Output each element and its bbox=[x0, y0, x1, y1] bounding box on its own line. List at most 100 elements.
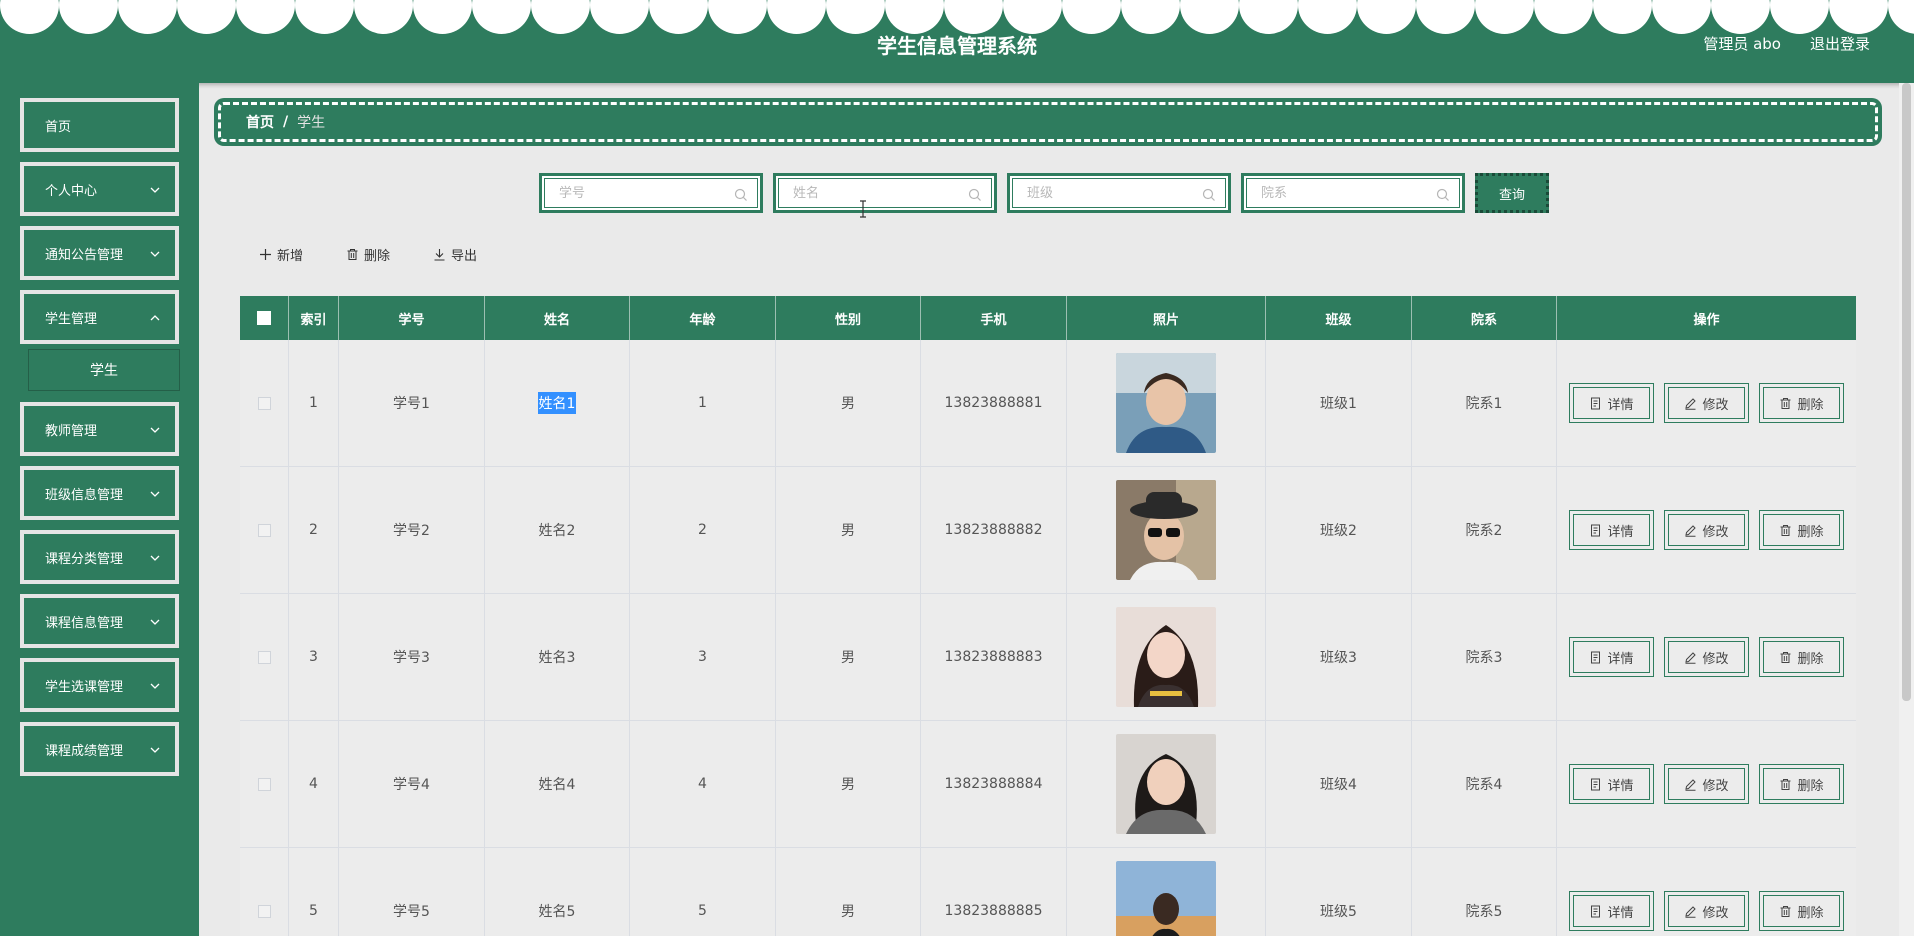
document-icon bbox=[1591, 524, 1601, 536]
age-cell: 3 bbox=[630, 594, 776, 720]
index-cell: 1 bbox=[289, 340, 339, 466]
row-checkbox[interactable] bbox=[257, 523, 271, 537]
edit-icon bbox=[1685, 905, 1697, 918]
add-button[interactable]: 新增 bbox=[259, 245, 303, 264]
export-button[interactable]: 导出 bbox=[433, 245, 477, 264]
phone-cell: 13823888882 bbox=[921, 467, 1067, 593]
class-cell: 班级3 bbox=[1266, 594, 1412, 720]
sidebar-item-student-mgmt[interactable]: 学生管理 bbox=[20, 290, 179, 344]
delete-button[interactable]: 删除 bbox=[1759, 510, 1844, 550]
student-photo[interactable] bbox=[1116, 353, 1216, 453]
row-checkbox[interactable] bbox=[257, 904, 271, 918]
sidebar-item-home[interactable]: 首页 bbox=[20, 98, 179, 152]
sidebar-item-course-category[interactable]: 课程分类管理 bbox=[20, 530, 179, 584]
dept-cell: 院系2 bbox=[1412, 467, 1557, 593]
detail-button[interactable]: 详情 bbox=[1569, 764, 1654, 804]
edit-button[interactable]: 修改 bbox=[1664, 637, 1749, 677]
gender-cell: 男 bbox=[776, 848, 921, 936]
delete-label: 删除 bbox=[364, 249, 391, 264]
edit-label: 修改 bbox=[1702, 524, 1729, 540]
chevron-down-icon bbox=[150, 187, 160, 193]
sidebar-item-label: 通知公告管理 bbox=[45, 247, 124, 263]
student-photo[interactable] bbox=[1116, 480, 1216, 580]
edit-button[interactable]: 修改 bbox=[1664, 383, 1749, 423]
row-checkbox[interactable] bbox=[257, 777, 271, 791]
delete-button[interactable]: 删除 bbox=[1759, 764, 1844, 804]
sidebar-item-course-info[interactable]: 课程信息管理 bbox=[20, 594, 179, 648]
delete-button[interactable]: 删除 bbox=[1759, 891, 1844, 931]
student-no-cell: 学号1 bbox=[339, 340, 485, 466]
age-cell: 4 bbox=[630, 721, 776, 847]
batch-delete-button[interactable]: 删除 bbox=[346, 245, 390, 264]
name-cell: 姓名4 bbox=[485, 721, 630, 847]
detail-button[interactable]: 详情 bbox=[1569, 510, 1654, 550]
age-cell: 5 bbox=[630, 848, 776, 936]
sidebar-item-course-selection[interactable]: 学生选课管理 bbox=[20, 658, 179, 712]
delete-label: 删除 bbox=[1797, 651, 1824, 667]
name-cell: 姓名5 bbox=[485, 848, 630, 936]
edit-icon bbox=[1685, 524, 1697, 537]
phone-cell: 13823888884 bbox=[921, 721, 1067, 847]
edit-icon bbox=[1685, 778, 1697, 791]
selected-text: 姓名1 bbox=[537, 392, 577, 414]
sidebar-item-teacher-mgmt[interactable]: 教师管理 bbox=[20, 402, 179, 456]
breadcrumb: 首页 / 学生 bbox=[214, 98, 1882, 146]
detail-label: 详情 bbox=[1607, 524, 1634, 540]
name-search bbox=[773, 173, 997, 213]
search-icon bbox=[1436, 188, 1449, 201]
name-cell: 姓名3 bbox=[485, 594, 630, 720]
detail-button[interactable]: 详情 bbox=[1569, 891, 1654, 931]
sidebar-item-label: 个人中心 bbox=[45, 183, 98, 199]
class-cell: 班级1 bbox=[1266, 340, 1412, 466]
delete-button[interactable]: 删除 bbox=[1759, 383, 1844, 423]
detail-button[interactable]: 详情 bbox=[1569, 637, 1654, 677]
table-row: 4 学号4 姓名4 4 男 13823888884 班级4 院系4 详情 修改 … bbox=[240, 721, 1856, 848]
class-input[interactable] bbox=[1013, 179, 1225, 207]
sidebar-item-notice[interactable]: 通知公告管理 bbox=[20, 226, 179, 280]
detail-label: 详情 bbox=[1607, 778, 1634, 794]
sidebar-item-label: 教师管理 bbox=[45, 423, 98, 439]
student-photo[interactable] bbox=[1116, 734, 1216, 834]
select-all-checkbox[interactable] bbox=[257, 311, 271, 325]
dept-search bbox=[1241, 173, 1465, 213]
name-input[interactable] bbox=[779, 179, 991, 207]
page-scrollbar[interactable] bbox=[1899, 83, 1914, 936]
chevron-down-icon bbox=[150, 683, 160, 689]
logout-link[interactable]: 退出登录 bbox=[1810, 33, 1870, 54]
column-header: 索引 bbox=[289, 296, 339, 340]
edit-button[interactable]: 修改 bbox=[1664, 510, 1749, 550]
student-no-input[interactable] bbox=[545, 179, 757, 207]
app-title: 学生信息管理系统 bbox=[877, 34, 1037, 58]
student-no-cell: 学号4 bbox=[339, 721, 485, 847]
trash-icon bbox=[1780, 651, 1791, 663]
column-header: 性别 bbox=[776, 296, 921, 340]
edit-button[interactable]: 修改 bbox=[1664, 891, 1749, 931]
breadcrumb-home[interactable]: 首页 bbox=[246, 112, 274, 132]
index-cell: 4 bbox=[289, 721, 339, 847]
student-no-cell: 学号5 bbox=[339, 848, 485, 936]
query-button[interactable]: 查询 bbox=[1475, 173, 1549, 213]
table-row: 2 学号2 姓名2 2 男 13823888882 班级2 院系2 详情 修改 … bbox=[240, 467, 1856, 594]
trash-icon bbox=[1780, 778, 1791, 790]
student-photo[interactable] bbox=[1116, 607, 1216, 707]
gender-cell: 男 bbox=[776, 467, 921, 593]
name-cell: 姓名1 bbox=[485, 340, 630, 466]
student-photo[interactable] bbox=[1116, 861, 1216, 936]
sidebar-item-class-mgmt[interactable]: 班级信息管理 bbox=[20, 466, 179, 520]
row-checkbox[interactable] bbox=[257, 396, 271, 410]
index-cell: 5 bbox=[289, 848, 339, 936]
edit-button[interactable]: 修改 bbox=[1664, 764, 1749, 804]
delete-button[interactable]: 删除 bbox=[1759, 637, 1844, 677]
age-cell: 1 bbox=[630, 340, 776, 466]
gender-cell: 男 bbox=[776, 594, 921, 720]
sidebar-item-course-grades[interactable]: 课程成绩管理 bbox=[20, 722, 179, 776]
text-cursor-icon bbox=[860, 200, 866, 218]
dept-input[interactable] bbox=[1247, 179, 1459, 207]
detail-label: 详情 bbox=[1607, 905, 1634, 921]
sidebar-item-personal-center[interactable]: 个人中心 bbox=[20, 162, 179, 216]
class-search bbox=[1007, 173, 1231, 213]
detail-button[interactable]: 详情 bbox=[1569, 383, 1654, 423]
sidebar-subitem-student[interactable]: 学生 bbox=[28, 349, 180, 391]
scrollbar-thumb[interactable] bbox=[1902, 83, 1911, 701]
row-checkbox[interactable] bbox=[257, 650, 271, 664]
